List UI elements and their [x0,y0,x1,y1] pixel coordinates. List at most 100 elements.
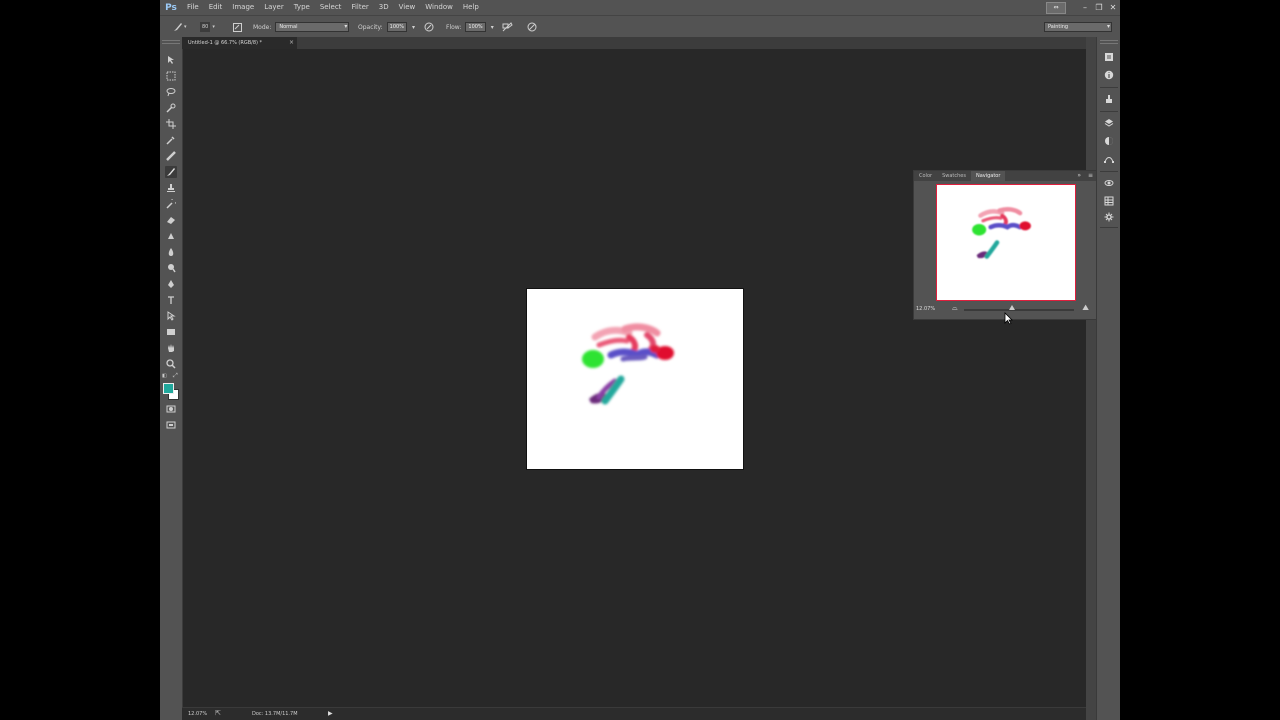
status-bar: 12.07% ⇱ Doc: 13.7M/11.7M ▶ [182,707,1086,720]
properties-icon[interactable] [1103,51,1115,63]
mode-control: Mode: Normal [253,16,350,38]
brush-preset-icon[interactable] [1103,93,1115,105]
panel-grip[interactable] [162,40,180,44]
brush-panel-icon [232,22,243,33]
flow-dropdown-arrow[interactable]: ▾ [491,24,494,31]
settings-icon[interactable] [1103,211,1115,223]
rectangle-icon[interactable] [165,326,177,338]
tab-color[interactable]: Color [914,171,937,181]
pressure-size-icon [526,22,537,33]
menu-file[interactable]: File [182,0,204,15]
chevron-down-icon: ▾ [184,24,187,30]
chevron-down-icon: ▾ [212,24,215,30]
panel-tab-bar: Color Swatches Navigator » ≡ [914,171,1097,181]
menu-3d[interactable]: 3D [374,0,394,15]
opacity-dropdown-arrow[interactable]: ▾ [412,24,415,31]
document-canvas[interactable] [527,289,743,469]
export-icon[interactable]: ⇱ [215,709,221,717]
pressure-opacity-toggle[interactable] [423,16,434,38]
minimize-button[interactable]: – [1078,0,1092,15]
zoom-slider-thumb[interactable] [1009,305,1016,310]
document-tab-title: Untitled-1 @ 66.7% (RGB/8) * [188,40,263,46]
menu-window[interactable]: Window [420,0,458,15]
status-zoom-level[interactable]: 12.07% [188,711,207,717]
navigator-preview[interactable] [936,184,1076,301]
panel-icon-dock [1096,37,1120,720]
pressure-size-toggle[interactable] [526,16,537,38]
default-colors-icon[interactable]: ◧ [162,373,167,379]
quick-select-icon[interactable] [165,102,177,114]
panel-grip[interactable] [1100,40,1118,44]
lasso-icon[interactable] [165,86,177,98]
blur-icon[interactable] [165,246,177,258]
flow-control: Flow: 100% ▾ [446,16,494,38]
screen-mode-icon[interactable] [165,419,177,431]
type-icon[interactable] [165,294,177,306]
path-select-icon[interactable] [165,310,177,322]
navigator-zoom-slider[interactable] [964,305,1074,311]
workspace-dropdown[interactable]: Painting [1044,22,1112,32]
panel-menu-icon[interactable]: ≡ [1088,171,1093,181]
menu-edit[interactable]: Edit [204,0,228,15]
menu-image[interactable]: Image [227,0,259,15]
menu-bar: Ps File Edit Image Layer Type Select Fil… [160,0,1120,15]
hand-icon[interactable] [165,342,177,354]
dock-separator [1100,111,1118,112]
healing-brush-icon[interactable] [165,150,177,162]
close-button[interactable]: ✕ [1106,0,1120,15]
menu-select[interactable]: Select [315,0,347,15]
document-tab[interactable]: Untitled-1 @ 66.7% (RGB/8) * × [182,37,297,49]
layers-icon[interactable] [1103,117,1115,129]
airbrush-icon [502,22,513,33]
move-icon[interactable] [165,54,177,66]
dodge-icon[interactable] [165,262,177,274]
swap-colors-icon[interactable]: ⤢ [173,372,178,380]
opacity-input[interactable]: 100% [386,22,407,32]
tab-navigator[interactable]: Navigator [970,171,1006,181]
pressure-opacity-icon [423,22,434,33]
workspace-switcher[interactable]: Painting [1044,16,1112,38]
ps-logo: Ps [165,2,177,13]
channels-icon[interactable] [1103,195,1115,207]
arrange-documents-icon[interactable]: ⇔ [1046,1,1066,14]
flow-label: Flow: [446,23,462,31]
quick-mask-icon[interactable] [165,403,177,415]
brush-icon[interactable] [165,166,177,178]
crop-icon[interactable] [165,118,177,130]
menu-filter[interactable]: Filter [346,0,373,15]
menu-help[interactable]: Help [458,0,484,15]
canvas-painting [582,323,674,405]
pen-icon[interactable] [165,278,177,290]
zoom-icon[interactable] [165,358,177,370]
foreground-color-swatch[interactable] [163,383,174,394]
navigator-thumbnail [972,206,1031,259]
adjustments-icon[interactable] [1103,135,1115,147]
zoom-in-icon[interactable]: ⛰ [1082,303,1089,313]
collapse-panel-icon[interactable]: » [1077,171,1081,181]
eraser-icon[interactable] [165,214,177,226]
brush-size-picker[interactable]: 80 ▾ [200,16,215,38]
menu-view[interactable]: View [394,0,421,15]
navigator-zoom-input[interactable]: 12.07% [916,306,935,312]
info-icon[interactable] [1103,69,1115,81]
restore-button[interactable]: ❐ [1092,0,1106,15]
flow-input[interactable]: 100% [465,22,486,32]
airbrush-toggle[interactable] [502,16,513,38]
eyedropper-icon[interactable] [165,134,177,146]
tool-preset-picker[interactable]: ▾ [172,16,187,38]
status-menu-arrow-icon[interactable]: ▶ [328,710,333,717]
zoom-out-icon[interactable]: ⌓ [952,304,958,313]
gradient-icon[interactable] [165,230,177,242]
brush-panel-toggle[interactable] [232,16,243,38]
paths-icon[interactable] [1103,153,1115,165]
close-icon[interactable]: × [289,37,294,49]
menu-type[interactable]: Type [289,0,315,15]
clone-stamp-icon[interactable] [165,182,177,194]
mode-dropdown[interactable]: Normal [275,22,350,32]
menu-layer[interactable]: Layer [259,0,289,15]
3d-icon[interactable] [1103,177,1115,189]
canvas-workspace[interactable] [183,49,1086,705]
marquee-icon[interactable] [165,70,177,82]
tab-swatches[interactable]: Swatches [937,171,971,181]
history-brush-icon[interactable] [165,198,177,210]
